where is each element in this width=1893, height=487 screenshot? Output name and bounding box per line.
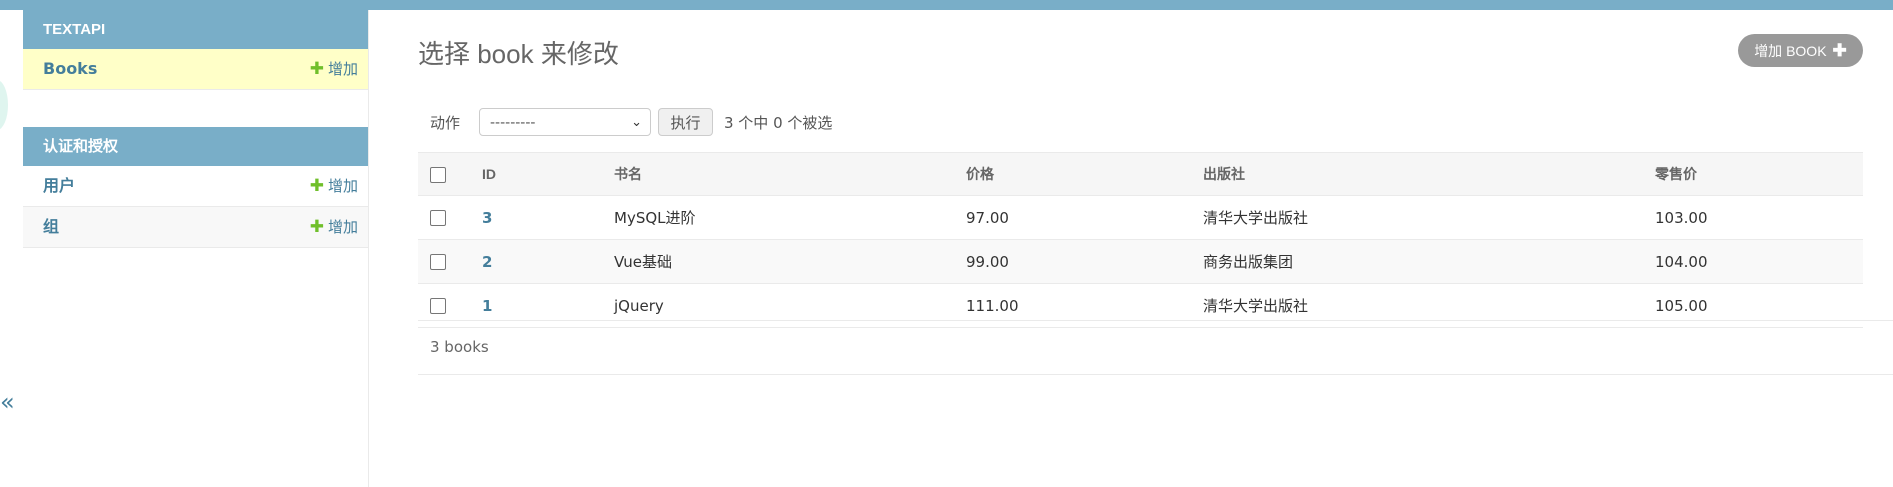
action-select-value: --------- (490, 115, 536, 131)
column-header-publisher[interactable]: 出版社 (1202, 152, 1654, 196)
sidebar-item-groups-link[interactable]: 组 (43, 217, 59, 236)
module-caption-textapi[interactable]: TEXTAPI (23, 10, 368, 49)
add-book-button[interactable]: 增加 BOOK ✚ (1738, 34, 1863, 67)
module-caption-auth[interactable]: 认证和授权 (23, 127, 368, 166)
row-id-link[interactable]: 1 (482, 297, 492, 315)
row-id-link[interactable]: 3 (482, 209, 492, 227)
row-checkbox[interactable] (430, 254, 446, 270)
row-checkbox[interactable] (430, 210, 446, 226)
module-textapi: TEXTAPI Books ✚ 增加 (23, 10, 368, 90)
id-cell: 3 (481, 195, 613, 240)
top-header-bar (0, 0, 1893, 10)
add-book-label: 增加 BOOK (1754, 43, 1827, 59)
plus-icon: ✚ (1832, 41, 1847, 60)
add-users-label: 增加 (327, 177, 358, 195)
price-cell: 99.00 (965, 239, 1202, 284)
module-auth: 认证和授权 用户 ✚ 增加 组 ✚ 增加 (23, 127, 368, 248)
retail-cell: 103.00 (1654, 195, 1863, 240)
page-title: 选择 book 来修改 (418, 39, 619, 69)
column-header-name[interactable]: 书名 (613, 152, 965, 196)
plus-icon: ✚ (309, 176, 324, 196)
add-groups-label: 增加 (327, 218, 358, 236)
name-cell: MySQL进阶 (613, 195, 965, 240)
add-groups-link[interactable]: ✚ 增加 (310, 207, 358, 247)
sidebar-nav: TEXTAPI Books ✚ 增加 认证和授权 用户 ✚ 增加 组 ✚ 增加 (23, 10, 369, 487)
row-checkbox-cell (418, 239, 481, 284)
plus-icon: ✚ (309, 217, 324, 237)
add-books-label: 增加 (327, 60, 358, 78)
module-spacer (23, 90, 368, 127)
column-header-id[interactable]: ID (481, 152, 613, 196)
action-select[interactable]: --------- ⌄ (479, 108, 651, 136)
add-users-link[interactable]: ✚ 增加 (310, 166, 358, 206)
column-header-price[interactable]: 价格 (965, 152, 1202, 196)
name-cell: Vue基础 (613, 239, 965, 284)
row-checkbox[interactable] (430, 298, 446, 314)
decorative-blob (0, 80, 8, 130)
selection-counter: 3 个中 0 个被选 (724, 114, 833, 132)
publisher-cell: 清华大学出版社 (1202, 195, 1654, 240)
results-table: ID 书名 价格 出版社 零售价 3 MySQL进阶 97.00 清华大学出版社… (418, 152, 1863, 328)
sidebar-item-books: Books ✚ 增加 (23, 49, 368, 90)
sidebar-item-users-link[interactable]: 用户 (43, 176, 75, 195)
select-all-checkbox[interactable] (430, 166, 446, 183)
table-row: 3 MySQL进阶 97.00 清华大学出版社 103.00 (418, 195, 1863, 240)
column-header-retail[interactable]: 零售价 (1654, 152, 1863, 196)
go-button[interactable]: 执行 (658, 108, 713, 136)
select-all-cell (418, 152, 481, 196)
price-cell: 97.00 (965, 195, 1202, 240)
retail-cell: 104.00 (1654, 239, 1863, 284)
paginator: 3 books (418, 320, 1893, 375)
publisher-cell: 商务出版集团 (1202, 239, 1654, 284)
table-header-row: ID 书名 价格 出版社 零售价 (418, 152, 1863, 196)
sidebar-toggle-icon[interactable]: « (0, 388, 16, 416)
result-count: 3 books (430, 338, 489, 356)
sidebar-item-books-link[interactable]: Books (43, 59, 97, 78)
plus-icon: ✚ (309, 59, 324, 79)
add-books-link[interactable]: ✚ 增加 (310, 49, 358, 89)
actions-label: 动作 (430, 114, 461, 132)
table-row: 2 Vue基础 99.00 商务出版集团 104.00 (418, 239, 1863, 284)
row-checkbox-cell (418, 195, 481, 240)
row-id-link[interactable]: 2 (482, 253, 492, 271)
id-cell: 2 (481, 239, 613, 284)
sidebar-item-groups: 组 ✚ 增加 (23, 207, 368, 248)
chevron-down-icon: ⌄ (631, 115, 642, 130)
sidebar-item-users: 用户 ✚ 增加 (23, 166, 368, 207)
